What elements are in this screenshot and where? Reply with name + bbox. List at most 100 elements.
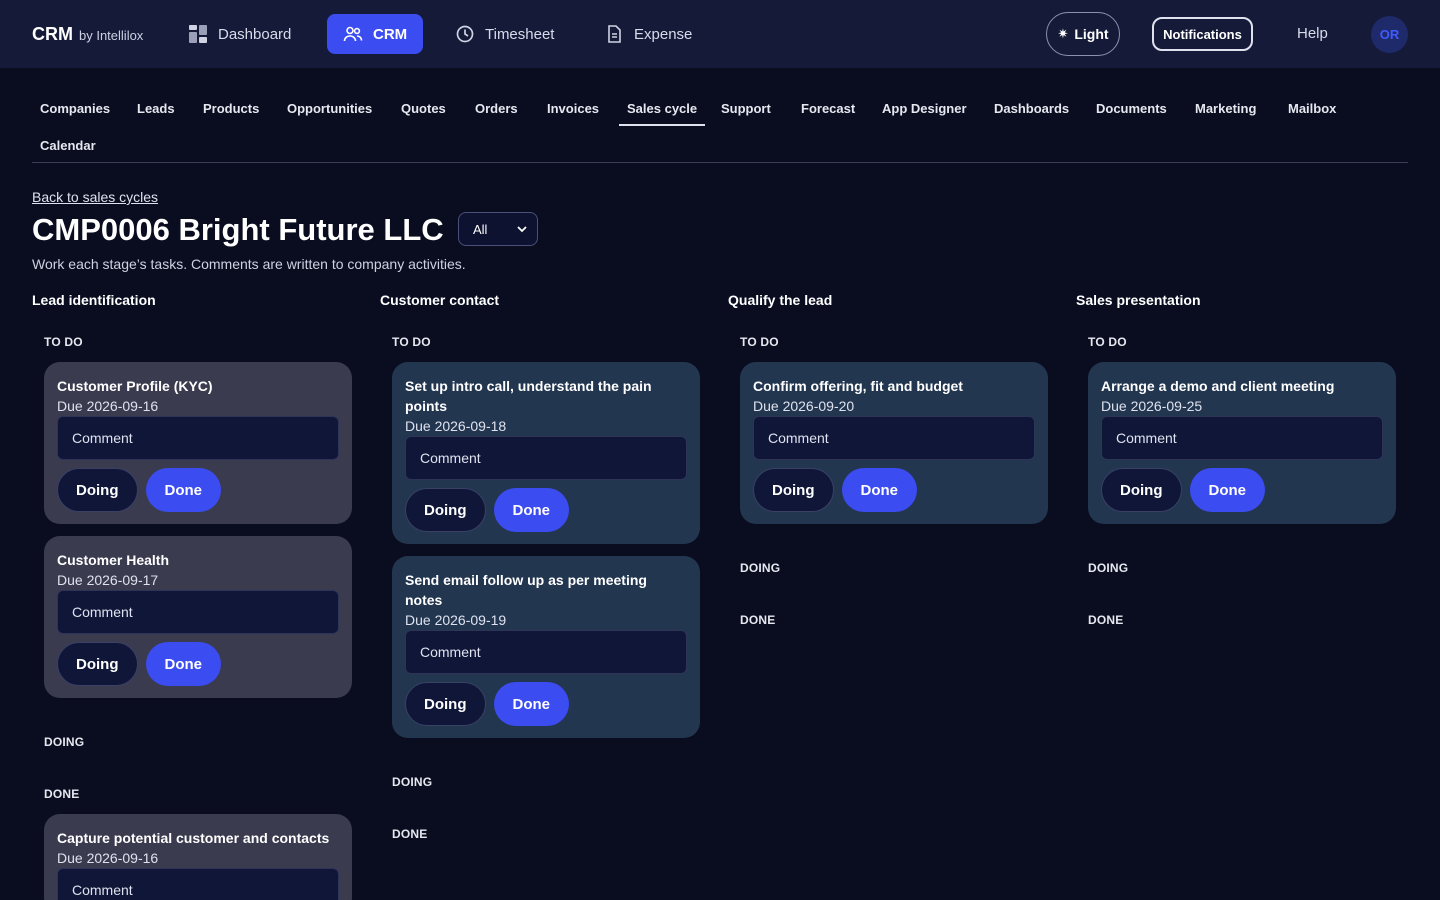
subnav-calendar[interactable]: Calendar [32, 129, 104, 163]
stage-column-qualify-the-lead: Qualify the lead TO DO Confirm offering,… [728, 292, 1048, 652]
task-title: Capture potential customer and contacts [57, 830, 330, 846]
done-button[interactable]: Done [493, 682, 569, 726]
stage-title: Qualify the lead [728, 292, 833, 308]
nav-expense[interactable]: Expense [590, 14, 706, 54]
task-title: Confirm offering, fit and budget [753, 378, 963, 394]
todo-label: TO DO [740, 335, 779, 349]
subnav-app-designer[interactable]: App Designer [874, 92, 975, 126]
done-button[interactable]: Done [1189, 468, 1265, 512]
crm-subnav: Companies Leads Products Opportunities Q… [32, 92, 1408, 163]
subnav-opportunities[interactable]: Opportunities [279, 92, 380, 126]
help-link[interactable]: Help [1297, 25, 1328, 42]
done-button[interactable]: Done [841, 468, 917, 512]
comment-input[interactable]: Comment [405, 436, 687, 480]
subnav-support[interactable]: Support [713, 92, 779, 126]
doing-button[interactable]: Doing [405, 682, 486, 726]
task-due-date: Due 2026-09-17 [57, 572, 159, 588]
task-title: Set up intro call, understand the pain p… [405, 378, 652, 414]
done-label: DONE [1088, 613, 1124, 627]
nav-dashboard-label: Dashboard [218, 25, 292, 43]
page-description: Work each stage’s tasks. Comments are wr… [32, 256, 466, 272]
done-button[interactable]: Done [145, 468, 221, 512]
done-label: DONE [44, 787, 80, 801]
comment-input[interactable]: Comment [405, 630, 687, 674]
subnav-leads[interactable]: Leads [129, 92, 183, 126]
task-card: Capture potential customer and contacts … [44, 814, 352, 900]
sun-icon: ✷ [1057, 26, 1069, 41]
subnav-orders[interactable]: Orders [467, 92, 526, 126]
nav-timesheet[interactable]: Timesheet [441, 14, 568, 54]
subnav-companies[interactable]: Companies [32, 92, 118, 126]
page-title: CMP0006 Bright Future LLC [32, 212, 444, 247]
subnav-mailbox[interactable]: Mailbox [1280, 92, 1344, 126]
task-due-date: Due 2026-09-16 [57, 850, 159, 866]
users-icon [343, 26, 363, 42]
stage-column-lead-identification: Lead identification TO DO Customer Profi… [32, 292, 352, 900]
stage-title: Customer contact [380, 292, 500, 308]
done-button[interactable]: Done [493, 488, 569, 532]
nav-expense-label: Expense [634, 25, 693, 43]
task-due-date: Due 2026-09-20 [753, 398, 855, 414]
task-title: Arrange a demo and client meeting [1101, 378, 1335, 394]
theme-toggle-label: Light [1074, 26, 1109, 42]
doing-label: DOING [740, 561, 781, 575]
task-title: Customer Health [57, 552, 170, 568]
subnav-quotes[interactable]: Quotes [393, 92, 454, 126]
comment-input[interactable]: Comment [57, 868, 339, 900]
nav-timesheet-label: Timesheet [485, 25, 555, 43]
nav-crm-label: CRM [373, 25, 408, 43]
back-to-sales-cycles-link[interactable]: Back to sales cycles [32, 189, 158, 205]
subnav-sales-cycle[interactable]: Sales cycle [619, 92, 706, 126]
doing-label: DOING [44, 735, 85, 749]
doing-button[interactable]: Doing [57, 642, 138, 686]
comment-input[interactable]: Comment [57, 590, 339, 634]
avatar[interactable]: OR [1371, 16, 1408, 53]
stage-column-customer-contact: Customer contact TO DO Set up intro call… [380, 292, 700, 852]
comment-input[interactable]: Comment [753, 416, 1035, 460]
nav-dashboard[interactable]: Dashboard [174, 14, 305, 54]
subnav-forecast[interactable]: Forecast [793, 92, 863, 126]
todo-label: TO DO [392, 335, 431, 349]
chevron-down-icon [517, 226, 527, 233]
doing-label: DOING [392, 775, 433, 789]
stage-filter-select[interactable]: All [458, 212, 538, 246]
notifications-button[interactable]: Notifications [1152, 17, 1253, 51]
top-bar: CRM by Intellilox Dashboard CRM Timeshee… [0, 0, 1440, 68]
task-card: Customer Health Due 2026-09-17 Comment D… [44, 536, 352, 698]
doing-button[interactable]: Doing [405, 488, 486, 532]
task-due-date: Due 2026-09-16 [57, 398, 159, 414]
task-card: Send email follow up as per meeting note… [392, 556, 700, 738]
doing-button[interactable]: Doing [753, 468, 834, 512]
clock-icon [456, 25, 474, 43]
done-button[interactable]: Done [145, 642, 221, 686]
brand-subtitle: by Intellilox [79, 28, 144, 43]
task-card: Customer Profile (KYC) Due 2026-09-16 Co… [44, 362, 352, 524]
comment-input[interactable]: Comment [1101, 416, 1383, 460]
task-card: Set up intro call, understand the pain p… [392, 362, 700, 544]
subnav-marketing[interactable]: Marketing [1187, 92, 1264, 126]
subnav-products[interactable]: Products [195, 92, 267, 126]
brand-logo[interactable]: CRM by Intellilox [32, 24, 143, 45]
task-title: Customer Profile (KYC) [57, 378, 213, 394]
filter-selected-value: All [473, 221, 488, 237]
todo-label: TO DO [44, 335, 83, 349]
subnav-dashboards[interactable]: Dashboards [986, 92, 1077, 126]
doing-label: DOING [1088, 561, 1129, 575]
document-icon [608, 25, 621, 43]
nav-crm[interactable]: CRM [327, 14, 424, 54]
stage-column-sales-presentation: Sales presentation TO DO Arrange a demo … [1076, 292, 1396, 652]
doing-button[interactable]: Doing [1101, 468, 1182, 512]
task-title: Send email follow up as per meeting note… [405, 572, 647, 608]
subnav-invoices[interactable]: Invoices [539, 92, 607, 126]
theme-toggle-button[interactable]: ✷ Light [1046, 12, 1120, 56]
doing-button[interactable]: Doing [57, 468, 138, 512]
task-due-date: Due 2026-09-25 [1101, 398, 1203, 414]
done-label: DONE [740, 613, 776, 627]
comment-input[interactable]: Comment [57, 416, 339, 460]
task-due-date: Due 2026-09-19 [405, 612, 507, 628]
subnav-documents[interactable]: Documents [1088, 92, 1175, 126]
stage-title: Lead identification [32, 292, 156, 308]
todo-label: TO DO [1088, 335, 1127, 349]
task-card: Confirm offering, fit and budget Due 202… [740, 362, 1048, 524]
brand-name: CRM [32, 24, 73, 44]
